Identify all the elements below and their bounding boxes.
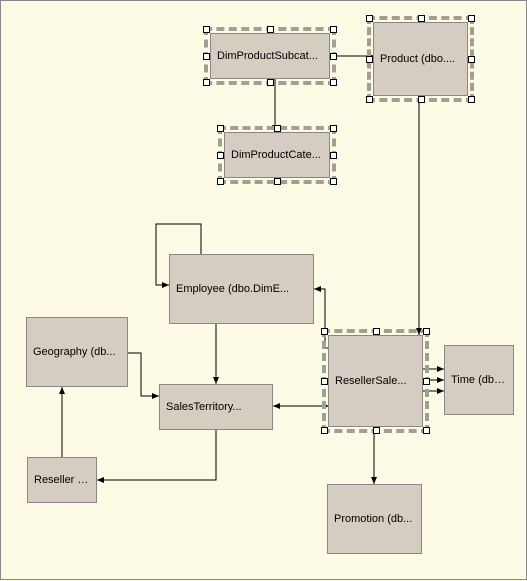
node-label: Geography (db... — [33, 346, 116, 358]
selection-handle[interactable] — [366, 15, 373, 22]
selection-handle[interactable] — [203, 79, 210, 86]
node-label: DimProductSubcat... — [217, 50, 318, 62]
selection-handle[interactable] — [423, 427, 430, 434]
selection-handle[interactable] — [366, 96, 373, 103]
node-label: Employee (dbo.DimE... — [176, 283, 289, 295]
selection-handle[interactable] — [423, 378, 430, 385]
node-reseller-sale[interactable]: ResellerSale... — [328, 335, 423, 427]
selection-handle[interactable] — [217, 178, 224, 185]
selection-handle[interactable] — [373, 427, 380, 434]
selection-handle[interactable] — [330, 53, 337, 60]
selection-handle[interactable] — [366, 56, 373, 63]
selection-handle[interactable] — [423, 328, 430, 335]
selection-handle[interactable] — [468, 15, 475, 22]
selection-handle[interactable] — [418, 15, 425, 22]
selection-handle[interactable] — [418, 96, 425, 103]
selection-handle[interactable] — [321, 378, 328, 385]
selection-handle[interactable] — [330, 178, 337, 185]
node-label: DimProductCate... — [231, 149, 321, 161]
node-promotion[interactable]: Promotion (db... — [327, 484, 422, 554]
node-reseller[interactable]: Reseller (d... — [27, 457, 97, 503]
node-product[interactable]: Product (dbo.... — [373, 22, 468, 96]
selection-handle[interactable] — [330, 125, 337, 132]
selection-handle[interactable] — [468, 56, 475, 63]
selection-handle[interactable] — [321, 427, 328, 434]
node-label: Time (dbo.Di... — [451, 374, 507, 386]
node-time[interactable]: Time (dbo.Di... — [444, 345, 514, 415]
node-label: Product (dbo.... — [380, 53, 455, 65]
selection-handle[interactable] — [203, 53, 210, 60]
node-label: Promotion (db... — [334, 513, 412, 525]
selection-handle[interactable] — [267, 26, 274, 33]
node-dim-product-category[interactable]: DimProductCate... — [224, 132, 330, 178]
selection-handle[interactable] — [321, 328, 328, 335]
node-employee[interactable]: Employee (dbo.DimE... — [169, 254, 314, 324]
selection-handle[interactable] — [330, 26, 337, 33]
node-geography[interactable]: Geography (db... — [26, 317, 128, 387]
selection-handle[interactable] — [267, 79, 274, 86]
selection-handle[interactable] — [274, 125, 281, 132]
node-label: Reseller (d... — [34, 474, 90, 486]
selection-handle[interactable] — [217, 125, 224, 132]
selection-handle[interactable] — [468, 96, 475, 103]
selection-handle[interactable] — [373, 328, 380, 335]
selection-handle[interactable] — [274, 178, 281, 185]
diagram-canvas[interactable]: DimProductSubcat... Product (dbo.... Dim… — [0, 0, 527, 580]
node-dim-product-subcategory[interactable]: DimProductSubcat... — [210, 33, 330, 79]
node-label: SalesTerritory... — [166, 401, 242, 413]
selection-handle[interactable] — [203, 26, 210, 33]
node-sales-territory[interactable]: SalesTerritory... — [159, 384, 273, 430]
node-label: ResellerSale... — [335, 375, 407, 387]
selection-handle[interactable] — [217, 152, 224, 159]
selection-handle[interactable] — [330, 79, 337, 86]
selection-handle[interactable] — [330, 152, 337, 159]
